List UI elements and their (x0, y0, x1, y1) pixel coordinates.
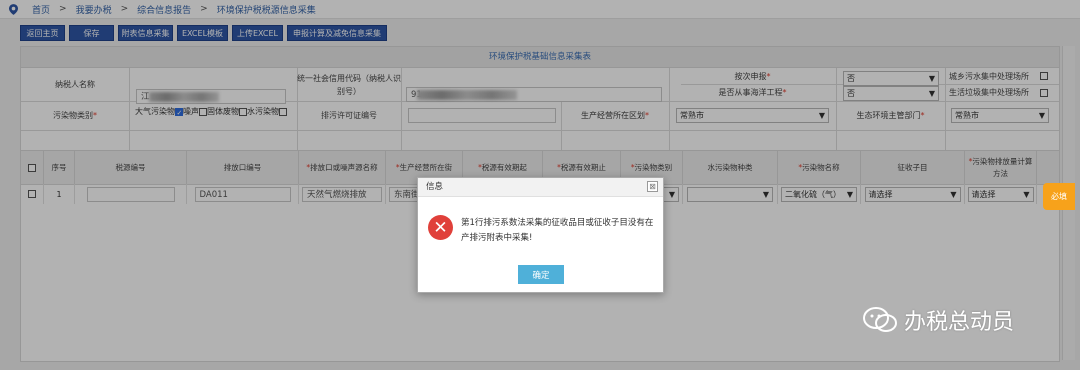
error-dialog: 信息 ⊠ ✕ 第1行排污系数法采集的征收品目或征收子目没有在产排污附表中采集! … (417, 177, 664, 293)
error-icon: ✕ (428, 215, 453, 240)
ok-button[interactable]: 确定 (518, 265, 564, 284)
dialog-message: 第1行排污系数法采集的征收品目或征收子目没有在产排污附表中采集! (461, 218, 654, 243)
watermark-text: 办税总动员 (904, 310, 1015, 335)
watermark: 办税总动员 (862, 304, 1014, 336)
wechat-logo-icon (863, 307, 897, 332)
required-tag: 必填 (1043, 183, 1075, 210)
dialog-title-bar: 信息 ⊠ (418, 178, 663, 197)
close-icon[interactable]: ⊠ (647, 181, 658, 192)
dialog-title: 信息 (426, 182, 444, 192)
